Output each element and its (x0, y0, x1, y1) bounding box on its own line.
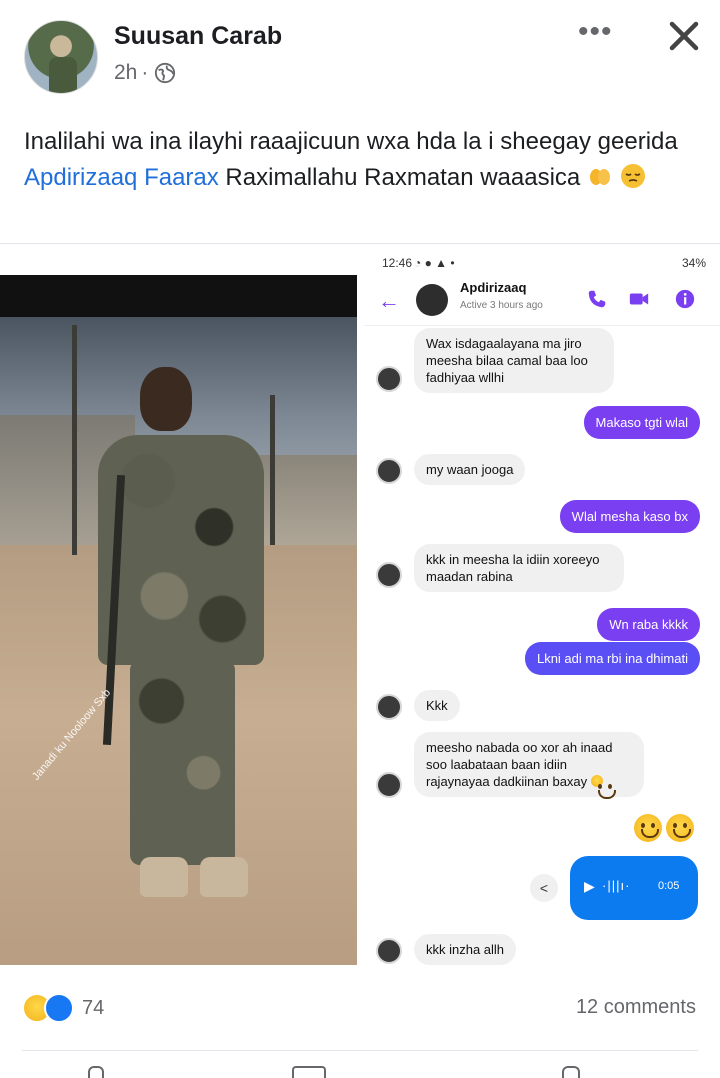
message-incoming[interactable]: my waan jooga (414, 454, 526, 485)
post-text-end: Raximallahu Raxmatan waaasica (218, 164, 581, 191)
contact-avatar-small (376, 366, 402, 392)
video-icon[interactable] (628, 288, 650, 310)
like-reaction-icon (44, 993, 74, 1023)
post-text: Inalilahi wa ina ilayhi raaajicuun wxa h… (24, 124, 694, 196)
photo-pole (72, 325, 77, 555)
message-outgoing[interactable]: Lkni adi ma rbi ina dhimati (524, 642, 700, 675)
status-bar: 12:46 ◔ ● ▲ • 34% (364, 254, 720, 274)
post-text-start: Inalilahi wa ina ilayhi raaajicuun wxa h… (24, 128, 678, 155)
status-icons: ◔ ● ▲ • (414, 256, 455, 270)
share-icon[interactable]: < (530, 874, 558, 902)
message-incoming[interactable]: Wax isdagaalayana ma jiro meesha bilaa c… (414, 328, 614, 393)
post-time[interactable]: 2h (114, 61, 137, 85)
smiley-face-icon (634, 814, 662, 842)
info-icon[interactable] (674, 288, 696, 310)
meta-separator: · (141, 61, 149, 84)
post-meta: 2h · (114, 61, 176, 85)
more-icon[interactable]: ••• (578, 17, 618, 50)
author-name[interactable]: Suusan Carab (114, 22, 282, 51)
globe-icon (155, 62, 176, 84)
chat-header: ← Apdirizaaq Active 3 hours ago (364, 276, 720, 326)
contact-avatar-small (376, 772, 402, 798)
tagged-person-link[interactable]: Apdirizaaq Faarax (24, 164, 219, 191)
contact-avatar-small (376, 694, 402, 720)
message-incoming[interactable]: Kkk (414, 690, 460, 721)
message-outgoing[interactable]: Makaso tgti wlal (583, 406, 700, 439)
voice-duration: 0:05 (658, 880, 680, 892)
contact-avatar-small (376, 458, 402, 484)
photo-soldier-head (140, 367, 192, 431)
message-incoming[interactable]: kkk in meesha la idiin xoreeyo maadan ra… (414, 544, 624, 592)
message-text: meesho nabada oo xor ah inaad soo laabat… (426, 740, 613, 789)
voice-message[interactable]: ▶ ·|||ı· 0:05 (570, 856, 698, 920)
play-icon[interactable]: ▶ (584, 878, 595, 895)
sleepy-face-icon (620, 164, 645, 188)
post-actions (0, 1066, 720, 1078)
close-icon[interactable] (664, 16, 704, 56)
status-time: 12:46 (382, 256, 413, 270)
divider (0, 243, 720, 244)
smiley-face-icon (666, 814, 695, 842)
photo-soldier-body (98, 435, 264, 665)
reactions-summary[interactable]: 74 (22, 990, 104, 1026)
photo-boot (140, 857, 188, 897)
contact-avatar[interactable] (416, 284, 448, 316)
photo-pole (270, 395, 275, 545)
photo-boot (200, 857, 248, 897)
divider (22, 1050, 698, 1051)
message-incoming[interactable]: kkk inzha allh (414, 934, 517, 965)
contact-status: Active 3 hours ago (460, 300, 543, 311)
comment-action-icon[interactable] (292, 1066, 326, 1078)
message-incoming[interactable]: meesho nabada oo xor ah inaad soo laabat… (414, 732, 644, 799)
messenger-screenshot[interactable]: 12:46 ◔ ● ▲ • 34% ← Apdirizaaq Active 3 … (364, 246, 720, 965)
back-arrow-icon[interactable]: ← (378, 288, 400, 314)
reaction-count: 74 (82, 996, 105, 1019)
photo-soldier-legs (130, 660, 235, 865)
grin-face-icon (590, 775, 616, 799)
contact-avatar-small (376, 562, 402, 588)
author-avatar[interactable] (24, 20, 98, 94)
phone-icon[interactable] (586, 288, 608, 310)
soldier-photo[interactable]: Janadi ku Nooloow Sxb (0, 275, 357, 965)
message-outgoing[interactable]: Wn raba kkkk (597, 608, 700, 641)
contact-avatar-small (376, 938, 402, 964)
message-outgoing[interactable]: Wlal mesha kaso bx (559, 500, 700, 533)
share-action-icon[interactable] (562, 1066, 580, 1078)
like-action-icon[interactable] (88, 1066, 104, 1078)
contact-name[interactable]: Apdirizaaq (460, 280, 526, 295)
waveform-icon: ·|||ı· (602, 878, 631, 893)
comments-count-link[interactable]: 12 comments (576, 996, 696, 1019)
emoji-message[interactable] (634, 814, 695, 847)
praying-hands-icon (589, 169, 610, 185)
battery-level: 34% (681, 256, 706, 270)
post-header: Suusan Carab 2h · ••• (0, 0, 720, 105)
